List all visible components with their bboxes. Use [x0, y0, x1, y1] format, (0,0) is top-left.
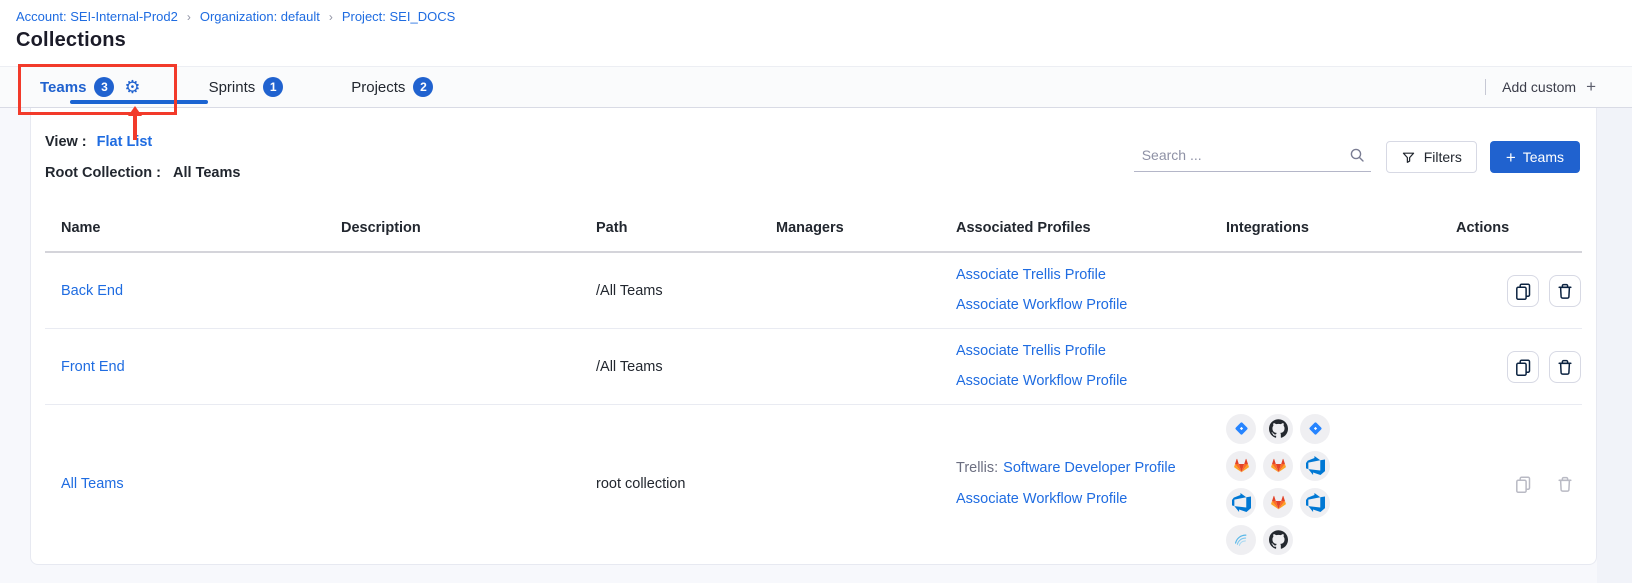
tab-teams-label: Teams [40, 79, 86, 96]
filter-funnel-icon [1401, 150, 1416, 165]
azure-devops-icon [1300, 488, 1330, 518]
column-header-associated-profiles: Associated Profiles [956, 220, 1226, 236]
copy-button-disabled [1507, 468, 1539, 500]
column-header-description: Description [341, 220, 596, 236]
table-header-row: Name Description Path Managers Associate… [45, 204, 1582, 253]
propelo-icon [1226, 525, 1256, 555]
right-gutter [1597, 108, 1632, 583]
gitlab-icon [1226, 451, 1256, 481]
delete-button[interactable] [1549, 275, 1581, 307]
associate-trellis-profile-link[interactable]: Associate Trellis Profile [956, 341, 1226, 362]
associated-profiles-cell: Trellis: Software Developer Profile Assoc… [956, 458, 1226, 509]
path-cell: /All Teams [596, 359, 776, 375]
tab-projects-count-badge: 2 [413, 77, 433, 97]
breadcrumb-organization[interactable]: Organization: default [200, 9, 320, 24]
view-selector: View : Flat List [45, 134, 152, 150]
column-header-name: Name [45, 220, 341, 236]
collection-link-front-end[interactable]: Front End [61, 359, 125, 375]
tab-sprints[interactable]: Sprints 1 [209, 67, 284, 107]
associate-trellis-profile-link[interactable]: Associate Trellis Profile [956, 265, 1226, 286]
tab-sprints-count-badge: 1 [263, 77, 283, 97]
copy-icon [1513, 281, 1533, 301]
filters-button[interactable]: Filters [1386, 141, 1477, 173]
copy-button[interactable] [1507, 275, 1539, 307]
copy-icon [1513, 357, 1533, 377]
github-icon [1263, 525, 1293, 555]
actions-cell [1441, 468, 1582, 500]
collections-table: Name Description Path Managers Associate… [45, 204, 1582, 563]
integrations-icon-grid [1226, 414, 1330, 555]
tab-projects-label: Projects [351, 79, 405, 96]
add-teams-label: Teams [1523, 149, 1564, 165]
github-icon [1263, 414, 1293, 444]
breadcrumb: Account: SEI-Internal-Prod2 › Organizati… [16, 9, 455, 24]
associate-workflow-profile-link[interactable]: Associate Workflow Profile [956, 489, 1226, 510]
tab-projects[interactable]: Projects 2 [351, 67, 433, 107]
gitlab-icon [1263, 451, 1293, 481]
column-header-path: Path [596, 220, 776, 236]
add-custom-button[interactable]: Add custom + [1485, 67, 1596, 107]
azure-devops-icon [1226, 488, 1256, 518]
table-row: All Teams root collection Trellis: Softwa… [45, 405, 1582, 563]
search-input[interactable] [1134, 147, 1349, 167]
top-header: Account: SEI-Internal-Prod2 › Organizati… [0, 0, 1632, 66]
search-box [1134, 142, 1371, 172]
trash-icon [1555, 474, 1575, 494]
copy-button[interactable] [1507, 351, 1539, 383]
teams-settings-gear-icon[interactable]: ⚙ [124, 78, 140, 96]
software-developer-profile-link[interactable]: Software Developer Profile [1003, 460, 1175, 476]
plus-icon: + [1586, 77, 1596, 97]
associated-profiles-cell: Associate Trellis Profile Associate Work… [956, 265, 1226, 316]
collections-card: View : Flat List Root Collection : All T… [30, 108, 1597, 565]
view-label: View : [45, 134, 87, 150]
tab-bar: Teams 3 ⚙ Sprints 1 Projects 2 Add custo… [0, 66, 1632, 108]
filters-label: Filters [1424, 149, 1462, 165]
root-collection-value: All Teams [173, 165, 240, 181]
tabbar-divider [1485, 79, 1486, 95]
column-header-integrations: Integrations [1226, 220, 1441, 236]
gitlab-icon [1263, 488, 1293, 518]
delete-button[interactable] [1549, 351, 1581, 383]
integrations-cell [1226, 414, 1441, 555]
tab-teams-count-badge: 3 [94, 77, 114, 97]
path-cell: root collection [596, 476, 776, 492]
collection-link-all-teams[interactable]: All Teams [61, 476, 124, 492]
breadcrumb-account[interactable]: Account: SEI-Internal-Prod2 [16, 9, 178, 24]
plus-icon: + [1506, 149, 1516, 166]
active-tab-underline [70, 100, 208, 104]
add-custom-label: Add custom [1502, 79, 1576, 95]
table-row: Back End /All Teams Associate Trellis Pr… [45, 253, 1582, 329]
view-flat-list-link[interactable]: Flat List [97, 134, 153, 150]
search-icon [1349, 147, 1365, 163]
column-header-managers: Managers [776, 220, 956, 236]
breadcrumb-separator: › [329, 10, 333, 24]
tab-sprints-label: Sprints [209, 79, 256, 96]
trellis-prefix-label: Trellis: [956, 460, 998, 476]
trash-icon [1555, 281, 1575, 301]
jira-icon [1226, 414, 1256, 444]
azure-devops-icon [1300, 451, 1330, 481]
breadcrumb-project[interactable]: Project: SEI_DOCS [342, 9, 455, 24]
root-collection-label: Root Collection : [45, 165, 161, 181]
breadcrumb-separator: › [187, 10, 191, 24]
collection-link-back-end[interactable]: Back End [61, 283, 123, 299]
tab-teams[interactable]: Teams 3 ⚙ [40, 67, 141, 107]
trash-icon [1555, 357, 1575, 377]
root-collection: Root Collection : All Teams [45, 165, 240, 181]
associate-workflow-profile-link[interactable]: Associate Workflow Profile [956, 371, 1226, 392]
column-header-actions: Actions [1441, 220, 1582, 236]
delete-button-disabled [1549, 468, 1581, 500]
jira-icon [1300, 414, 1330, 444]
table-row: Front End /All Teams Associate Trellis P… [45, 329, 1582, 405]
actions-cell [1441, 275, 1582, 307]
associate-workflow-profile-link[interactable]: Associate Workflow Profile [956, 295, 1226, 316]
add-teams-button[interactable]: + Teams [1490, 141, 1580, 173]
actions-cell [1441, 351, 1582, 383]
copy-icon [1513, 474, 1533, 494]
associated-profiles-cell: Associate Trellis Profile Associate Work… [956, 341, 1226, 392]
path-cell: /All Teams [596, 283, 776, 299]
page-title: Collections [16, 29, 126, 52]
